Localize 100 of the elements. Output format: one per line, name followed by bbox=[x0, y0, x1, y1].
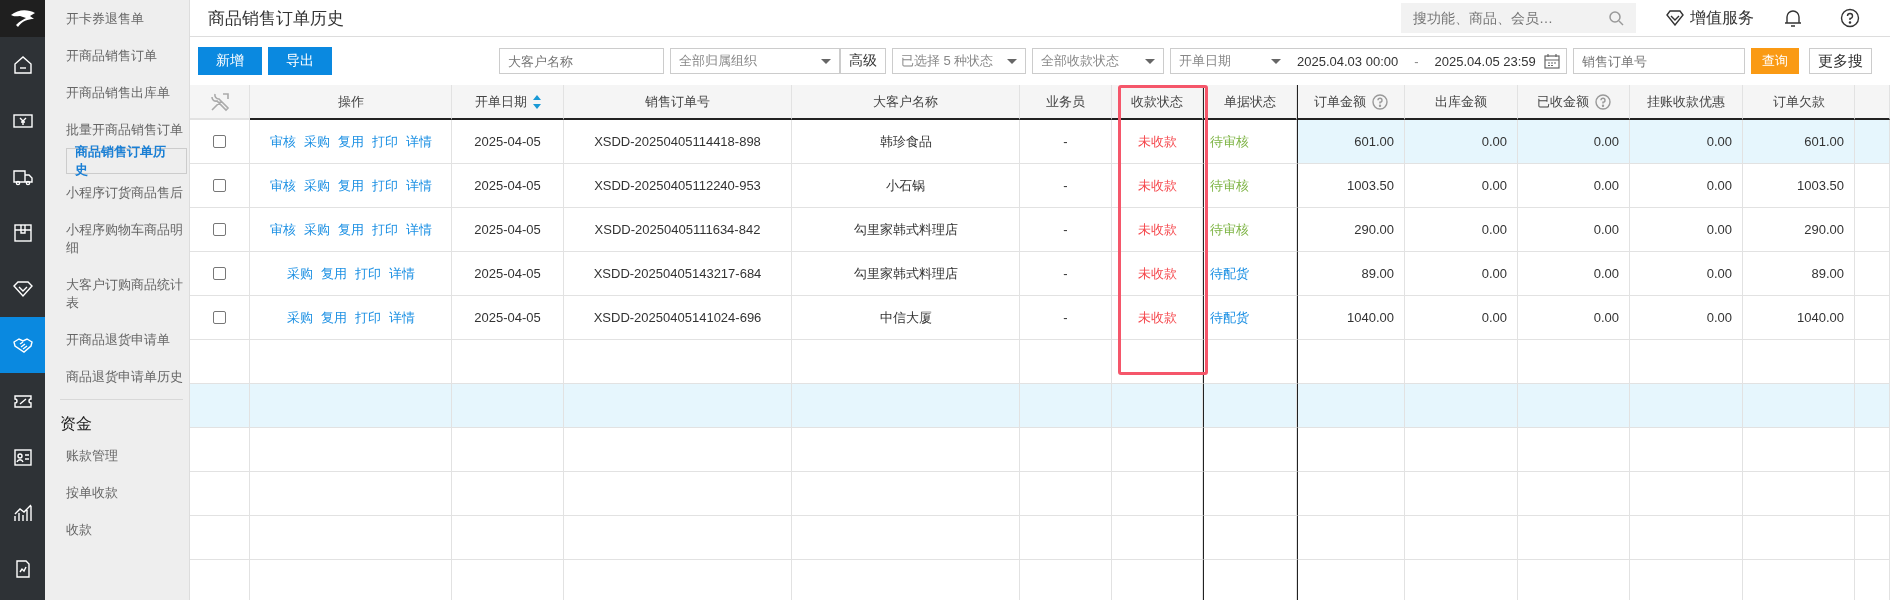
more-search-button[interactable]: 更多搜 bbox=[1808, 48, 1872, 74]
action-link[interactable]: 打印 bbox=[371, 132, 398, 151]
sidebar-item[interactable]: 开商品销售订单 bbox=[66, 37, 187, 74]
table-cell: 0.00 bbox=[1593, 222, 1619, 237]
column-header[interactable]: 开单日期 bbox=[452, 85, 564, 120]
sidebar-item[interactable]: 开商品销售出库单 bbox=[66, 74, 187, 111]
table-cell: 0.00 bbox=[1706, 178, 1732, 193]
table-cell: 0.00 bbox=[1481, 178, 1507, 193]
table-cell: 2025-04-05 bbox=[474, 266, 541, 281]
action-link[interactable]: 详情 bbox=[405, 176, 432, 195]
payment-status: 未收款 bbox=[1137, 220, 1177, 239]
sidebar-item[interactable]: 开商品退货申请单 bbox=[66, 321, 187, 358]
action-link[interactable]: 详情 bbox=[405, 132, 432, 151]
action-link[interactable]: 复用 bbox=[337, 132, 364, 151]
table-cell: 1003.50 bbox=[1347, 178, 1394, 193]
sidebar-item[interactable]: 收款 bbox=[66, 511, 187, 548]
sidebar-item[interactable]: 小程序购物车商品明细 bbox=[66, 211, 187, 266]
table-cell: - bbox=[1063, 222, 1068, 237]
action-link[interactable]: 采购 bbox=[303, 176, 330, 195]
action-link[interactable]: 审核 bbox=[269, 176, 296, 195]
table-cell: - bbox=[1063, 178, 1068, 193]
payment-status: 未收款 bbox=[1137, 308, 1177, 327]
diamond-icon bbox=[1666, 10, 1684, 26]
logo-icon bbox=[0, 0, 45, 37]
action-link[interactable]: 复用 bbox=[320, 308, 347, 327]
action-link[interactable]: 详情 bbox=[405, 220, 432, 239]
column-header[interactable]: 操作 bbox=[250, 85, 452, 120]
row-checkbox[interactable] bbox=[213, 179, 226, 192]
table-cell: 0.00 bbox=[1706, 222, 1732, 237]
action-link[interactable]: 打印 bbox=[371, 220, 398, 239]
help-icon[interactable] bbox=[1840, 8, 1860, 28]
action-link[interactable]: 审核 bbox=[269, 132, 296, 151]
toolbar-button[interactable]: 导出 bbox=[268, 47, 332, 75]
action-link[interactable]: 采购 bbox=[303, 220, 330, 239]
table-cell: 0.00 bbox=[1593, 178, 1619, 193]
empty-cell bbox=[1855, 384, 1890, 428]
row-checkbox[interactable] bbox=[213, 267, 226, 280]
bell-icon[interactable] bbox=[1784, 8, 1802, 28]
column-header[interactable]: 业务员 bbox=[1020, 85, 1112, 120]
advanced-button[interactable]: 高级 bbox=[840, 48, 886, 74]
org-dropdown[interactable]: 全部归属组织 bbox=[670, 48, 840, 74]
section-title: 资金 bbox=[60, 414, 93, 434]
action-link[interactable]: 复用 bbox=[337, 176, 364, 195]
table-cell: 0.00 bbox=[1481, 266, 1507, 281]
action-link[interactable]: 打印 bbox=[354, 308, 381, 327]
column-header[interactable]: 订单欠款 bbox=[1743, 85, 1855, 120]
table-cell: - bbox=[1063, 310, 1068, 325]
payment-status-dropdown[interactable]: 全部收款状态 bbox=[1032, 48, 1164, 74]
action-link[interactable]: 复用 bbox=[337, 220, 364, 239]
action-link[interactable]: 复用 bbox=[320, 264, 347, 283]
row-checkbox[interactable] bbox=[213, 311, 226, 324]
table-cell: 勾里家韩式料理店 bbox=[853, 220, 958, 239]
status-dropdown[interactable]: 已选择 5 种状态 bbox=[892, 48, 1026, 74]
table-cell: - bbox=[1063, 266, 1068, 281]
column-header[interactable]: 订单金额 bbox=[1297, 85, 1405, 120]
table-cell: 1003.50 bbox=[1797, 178, 1844, 193]
column-header[interactable]: 已收金额 bbox=[1518, 85, 1630, 120]
calendar-icon[interactable] bbox=[1543, 53, 1560, 69]
action-link[interactable]: 打印 bbox=[354, 264, 381, 283]
column-header[interactable]: 销售订单号 bbox=[564, 85, 792, 120]
action-link[interactable]: 采购 bbox=[286, 308, 313, 327]
action-link[interactable]: 采购 bbox=[303, 132, 330, 151]
table-cell: 601.00 bbox=[1804, 134, 1844, 149]
column-header[interactable]: 出库金额 bbox=[1405, 85, 1518, 120]
page-title: 商品销售订单历史 bbox=[208, 7, 345, 30]
column-header[interactable]: 大客户名称 bbox=[792, 85, 1020, 120]
action-link[interactable]: 详情 bbox=[388, 264, 415, 283]
sidebar-item[interactable]: 开卡券退售单 bbox=[66, 0, 187, 37]
row-checkbox[interactable] bbox=[213, 135, 226, 148]
empty-cell bbox=[1855, 516, 1890, 560]
order-number-field[interactable]: 销售订单号 bbox=[1572, 48, 1745, 74]
column-header[interactable]: 挂账收款优惠 bbox=[1630, 85, 1743, 120]
table-cell: 0.00 bbox=[1481, 134, 1507, 149]
value-service-link[interactable]: 增值服务 bbox=[1666, 7, 1754, 29]
sidebar-item[interactable]: 账款管理 bbox=[66, 437, 187, 474]
table-cell: - bbox=[1063, 134, 1068, 149]
table-cell: 韩珍食品 bbox=[879, 132, 932, 151]
action-link[interactable]: 详情 bbox=[388, 308, 415, 327]
search-field[interactable]: 搜功能、商品、会员… bbox=[1401, 3, 1636, 33]
row-checkbox[interactable] bbox=[213, 223, 226, 236]
customer-name-field[interactable]: 大客户名称 bbox=[499, 48, 664, 74]
sidebar-item[interactable]: 按单收款 bbox=[66, 474, 187, 511]
table-cell: XSDD-20250405114418-898 bbox=[594, 134, 761, 149]
sidebar-item[interactable]: 商品退货申请单历史 bbox=[66, 358, 187, 395]
table-cell: 0.00 bbox=[1706, 266, 1732, 281]
action-link[interactable]: 审核 bbox=[269, 220, 296, 239]
date-to[interactable]: 2025.04.05 23:59 bbox=[1434, 53, 1536, 69]
date-type-dropdown[interactable]: 开单日期 bbox=[1171, 48, 1289, 74]
toolbar-button[interactable]: 新增 bbox=[198, 47, 262, 75]
sort-icon[interactable] bbox=[532, 94, 541, 109]
date-separator: - bbox=[1414, 53, 1419, 69]
search-icon bbox=[1608, 10, 1624, 26]
action-link[interactable]: 采购 bbox=[286, 264, 313, 283]
query-button[interactable]: 查询 bbox=[1750, 48, 1799, 74]
action-link[interactable]: 打印 bbox=[371, 176, 398, 195]
column-header[interactable]: 单据状态 bbox=[1203, 85, 1297, 120]
table-cell: 0.00 bbox=[1481, 222, 1507, 237]
date-from[interactable]: 2025.04.03 00:00 bbox=[1297, 53, 1399, 69]
sidebar-item[interactable]: 大客户订购商品统计表 bbox=[66, 266, 187, 321]
table-cell: 89.00 bbox=[1361, 266, 1394, 281]
